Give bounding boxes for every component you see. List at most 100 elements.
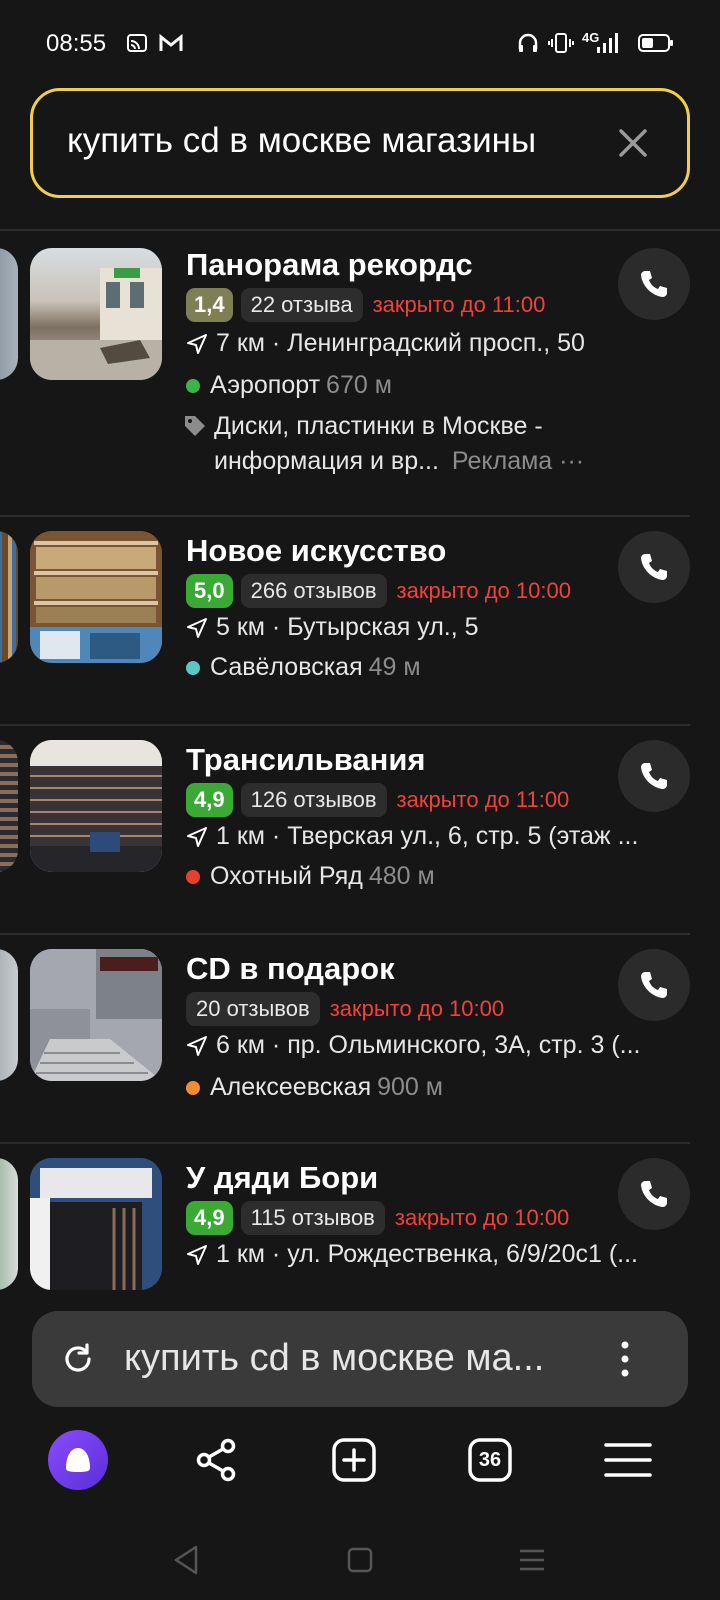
tabs-button[interactable]: 36: [458, 1428, 522, 1492]
tag-icon: [185, 416, 205, 436]
metro-station: Охотный Ряд 480 м: [186, 862, 435, 891]
new-tab-icon: [332, 1438, 376, 1482]
vibrate-icon: [548, 33, 574, 53]
call-button[interactable]: [618, 740, 690, 812]
status-text: закрыто до 11:00: [372, 292, 546, 317]
rating-badge: 4,9: [186, 783, 233, 817]
status-text: закрыто до 10:00: [329, 996, 505, 1021]
result-meta: 5,0 266 отзывов закрыто до 10:00: [186, 573, 571, 609]
photo-thumbnail[interactable]: [30, 949, 162, 1081]
signal-icon: [597, 33, 618, 53]
reviews-badge[interactable]: 115 отзывов: [240, 1201, 385, 1235]
photo-thumbnail[interactable]: [30, 248, 162, 380]
result-meta: 4,9 115 отзывов закрыто до 10:00: [186, 1200, 569, 1236]
cast-icon: [127, 34, 147, 52]
more-options-icon[interactable]: [618, 1339, 632, 1379]
search-query[interactable]: купить cd в москве магазины: [67, 121, 536, 161]
phone-icon: [641, 1181, 667, 1207]
status-text: закрыто до 11:00: [396, 787, 570, 812]
rating-badge: 1,4: [186, 288, 233, 322]
photo-thumbnail[interactable]: [30, 531, 162, 663]
photo-thumbnail[interactable]: [0, 949, 18, 1081]
system-nav-bar: [0, 1520, 720, 1600]
metro-line-dot: [186, 378, 200, 393]
navigation-arrow-icon: [187, 333, 207, 354]
call-button[interactable]: [618, 1158, 690, 1230]
result-card[interactable]: Трансильвания 4,9 126 отзывов закрыто до…: [0, 726, 720, 935]
result-card[interactable]: У дяди Бори 4,9 115 отзывов закрыто до 1…: [0, 1144, 720, 1296]
result-card[interactable]: Новое искусство 5,0 266 отзывов закрыто …: [0, 517, 720, 726]
call-button[interactable]: [618, 949, 690, 1021]
metro-station: Савёловская 49 м: [186, 653, 421, 682]
call-button[interactable]: [618, 531, 690, 603]
browser-toolbar: 36: [0, 1420, 720, 1508]
ad-label: Реклама: [451, 447, 553, 475]
phone-icon: [641, 554, 667, 580]
call-button[interactable]: [618, 248, 690, 320]
navigation-arrow-icon: [187, 1035, 207, 1056]
photo-thumbnail[interactable]: [0, 248, 18, 380]
ad-snippet[interactable]: Диски, пластинки в Москве - информация и…: [185, 409, 686, 479]
result-title[interactable]: Панорама рекордс: [186, 247, 473, 283]
status-time: 08:55: [46, 30, 107, 57]
result-address: 5 км · Бутырская ул., 5: [186, 613, 686, 642]
home-icon[interactable]: [342, 1542, 378, 1578]
rating-badge: 4,9: [186, 1201, 233, 1235]
status-text: закрыто до 10:00: [396, 578, 571, 603]
result-card[interactable]: Панорама рекордс 1,4 22 отзыва закрыто д…: [0, 231, 720, 517]
back-icon[interactable]: [168, 1542, 204, 1578]
menu-button[interactable]: [596, 1428, 660, 1492]
alice-button[interactable]: [46, 1428, 110, 1492]
result-meta: 20 отзывов закрыто до 10:00: [186, 991, 504, 1027]
phone-icon: [641, 972, 667, 998]
metro-line-dot: [186, 1080, 200, 1095]
photo-thumbnail[interactable]: [0, 740, 18, 872]
menu-icon: [604, 1443, 652, 1477]
navigation-arrow-icon: [187, 1244, 207, 1265]
phone-icon: [641, 271, 667, 297]
result-address: 1 км · ул. Рождественка, 6/9/20с1 (...: [186, 1240, 686, 1269]
result-meta: 4,9 126 отзывов закрыто до 11:00: [186, 782, 569, 818]
metro-station: Алексеевская 900 м: [186, 1073, 443, 1102]
navigation-arrow-icon: [187, 826, 207, 847]
alice-icon: [48, 1430, 108, 1490]
metro-line-dot: [186, 869, 200, 884]
battery-icon: [638, 34, 673, 52]
address-bar-text[interactable]: купить cd в москве ма...: [124, 1337, 594, 1380]
reviews-badge[interactable]: 266 отзывов: [240, 574, 387, 608]
address-bar[interactable]: купить cd в москве ма...: [32, 1311, 688, 1407]
reload-icon[interactable]: [60, 1341, 96, 1377]
results-list[interactable]: Панорама рекордс 1,4 22 отзыва закрыто д…: [0, 231, 720, 1296]
reviews-badge[interactable]: 20 отзывов: [186, 992, 320, 1026]
photo-thumbnail[interactable]: [0, 1158, 18, 1290]
tabs-count: 36: [478, 1448, 502, 1471]
headphones-icon: [518, 33, 538, 52]
share-icon: [196, 1438, 236, 1482]
metro-station: Аэропорт 670 м: [186, 371, 392, 400]
photo-thumbnail[interactable]: [0, 531, 18, 663]
photo-thumbnail[interactable]: [30, 740, 162, 872]
share-button[interactable]: [184, 1428, 248, 1492]
result-title[interactable]: У дяди Бори: [186, 1160, 378, 1196]
recents-icon[interactable]: [514, 1542, 550, 1578]
result-title[interactable]: CD в подарок: [186, 951, 395, 987]
result-card[interactable]: CD в подарок 20 отзывов закрыто до 10:00…: [0, 935, 720, 1144]
search-field[interactable]: купить cd в москве магазины: [30, 88, 690, 198]
more-icon[interactable]: ···: [559, 447, 584, 475]
result-title[interactable]: Трансильвания: [186, 742, 425, 778]
status-bar: 08:55 4G: [0, 0, 720, 88]
close-icon[interactable]: [615, 125, 651, 161]
rating-badge: 5,0: [186, 574, 233, 608]
result-meta: 1,4 22 отзыва закрыто до 11:00: [186, 287, 545, 323]
result-address: 7 км · Ленинградский просп., 50: [186, 329, 686, 358]
result-address: 6 км · пр. Ольминского, 3А, стр. 3 (...: [186, 1031, 686, 1060]
reviews-badge[interactable]: 22 отзыва: [240, 288, 363, 322]
result-address: 1 км · Тверская ул., 6, стр. 5 (этаж ...: [186, 822, 686, 851]
photo-thumbnail[interactable]: [30, 1158, 162, 1290]
reviews-badge[interactable]: 126 отзывов: [240, 783, 387, 817]
new-tab-button[interactable]: [322, 1428, 386, 1492]
result-title[interactable]: Новое искусство: [186, 533, 446, 569]
status-text: закрыто до 10:00: [394, 1205, 570, 1230]
phone-icon: [641, 763, 667, 789]
gmail-icon: [159, 33, 183, 51]
